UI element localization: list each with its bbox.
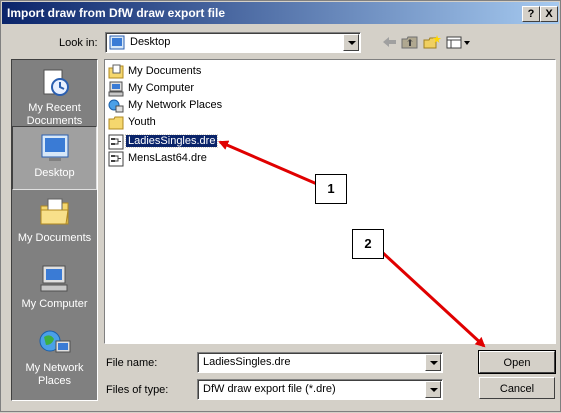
file-dialog: Import draw from DfW draw export file ? … (0, 0, 561, 412)
callout-2: 2 (352, 229, 384, 259)
arrow-2 (381, 251, 486, 348)
annotation-arrows (218, 140, 486, 348)
callout-1: 1 (315, 174, 347, 204)
arrow-1 (218, 140, 318, 186)
